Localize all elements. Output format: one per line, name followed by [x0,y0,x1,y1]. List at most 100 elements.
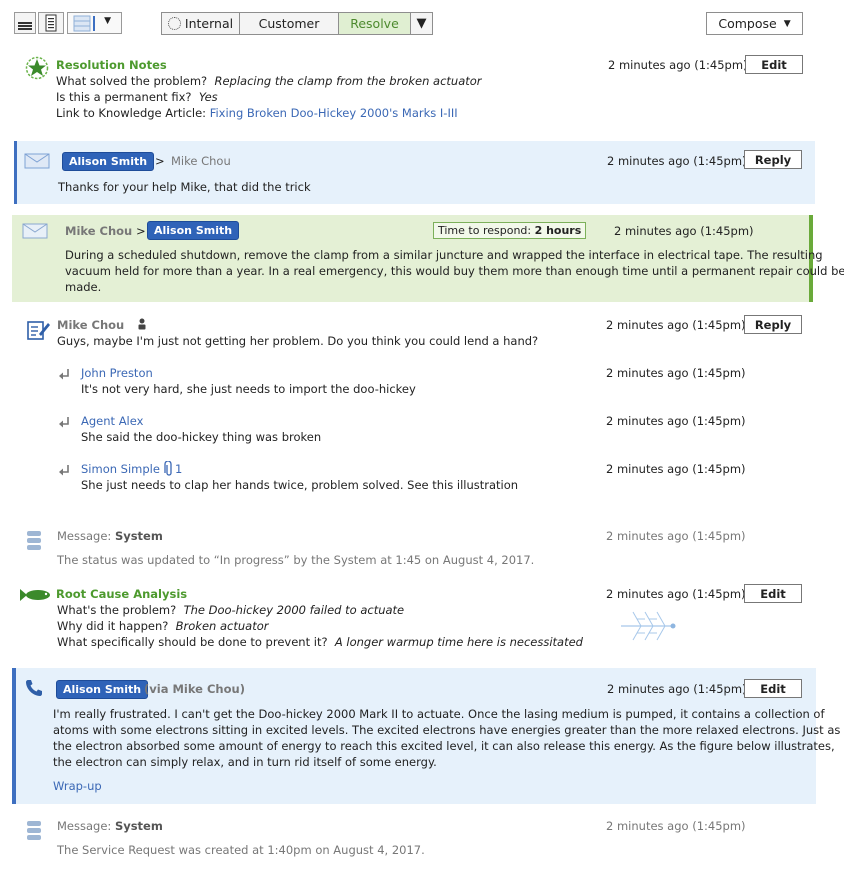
edit-rca-button[interactable]: Edit [744,584,802,603]
reply-button[interactable]: Reply [744,150,802,169]
edit-call-button[interactable]: Edit [744,679,802,698]
email1-body: Thanks for your help Mike, that did the … [58,180,311,194]
filter-internal[interactable]: Internal [161,12,240,35]
rca-q2: Why did it happen? [57,619,169,633]
call-body-1: I'm really frustrated. I can't get the D… [53,707,825,721]
server-icon [27,531,41,550]
reply-body: It's not very hard, she just needs to im… [81,382,416,396]
phone-icon [26,680,42,696]
resolution-line-2: Is this a permanent fix? Yes [56,90,218,104]
chevron-down-icon: ▼ [104,16,111,26]
recipient-arrow: > [155,154,165,168]
rca-title: Root Cause Analysis [56,587,188,601]
system2-time: 2 minutes ago (1:45pm) [606,819,746,833]
message-source: System [114,529,163,543]
message-label: Message: [57,819,112,833]
reply-label: Reply [754,317,792,332]
sender-chip[interactable]: Alison Smith [62,152,155,171]
fish-icon [20,589,50,601]
list-view-icon [18,22,32,30]
wrap-up-link[interactable]: Wrap-up [53,779,102,793]
reply-arrow-icon [59,369,69,380]
system-message-label: Message: System [57,529,163,543]
reply-button[interactable]: Reply [744,315,802,334]
resolution-a2: Yes [198,90,218,104]
respond-label: Time to respond: [438,224,532,237]
call-body-2: atoms with some electrons sitting in exc… [53,723,841,737]
email2-body-1: During a scheduled shutdown, remove the … [65,248,823,262]
filter-customer[interactable]: Customer [239,12,339,35]
reply-author[interactable]: Simon Simple [81,462,160,476]
detail-view-button[interactable] [38,12,64,34]
email2-body-2: vacuum held for more than a year. In a r… [65,264,844,278]
email2-time: 2 minutes ago (1:45pm) [614,224,754,238]
reply-arrow-icon [59,417,69,428]
rca-line-1: What's the problem? The Doo-hickey 2000 … [57,603,404,617]
resolution-q2: Is this a permanent fix? [56,90,192,104]
paperclip-icon[interactable] [164,461,174,477]
resolution-q3: Link to Knowledge Article: [56,106,207,120]
reply-time: 2 minutes ago (1:45pm) [606,462,746,476]
rca-a3: A longer warmup time here is necessitate… [334,635,583,649]
chevron-down-icon: ▼ [783,18,791,29]
filter-resolve-label: Resolve [350,16,399,31]
density-icon [73,15,95,32]
note-time: 2 minutes ago (1:45pm) [606,318,746,332]
respond-value: 2 hours [534,224,582,237]
rca-a1: The Doo-hickey 2000 failed to actuate [183,603,405,617]
envelope-icon [22,223,48,239]
reply-author[interactable]: John Preston [81,366,153,380]
knowledge-article-link[interactable]: Fixing Broken Doo-Hickey 2000's Marks I-… [210,106,458,120]
email2-body-3: made. [65,280,102,294]
time-to-respond-badge: Time to respond: 2 hours [433,222,587,239]
fishbone-diagram-thumbnail[interactable] [615,607,681,645]
dotted-circle-icon [167,17,181,30]
note-body: Guys, maybe I'm just not getting her pro… [57,334,539,348]
attachment-count[interactable]: 1 [175,462,182,476]
resolution-line-3: Link to Knowledge Article: Fixing Broken… [56,106,458,120]
sender-name: Mike Chou [65,224,133,238]
caller-chip[interactable]: Alison Smith [56,680,149,699]
system1-body: The status was updated to “In progress” … [57,553,535,567]
edit-label: Edit [760,681,786,696]
reply-label: Reply [754,152,792,167]
rca-q1: What's the problem? [57,603,177,617]
reply-arrow-icon [59,465,69,476]
note-edit-icon [27,321,50,340]
call-time: 2 minutes ago (1:45pm) [607,682,747,696]
resolution-a1: Replacing the clamp from the broken actu… [214,74,482,88]
email-panel-1 [14,141,815,204]
rca-line-2: Why did it happen? Broken actuator [57,619,268,633]
message-label: Message: [57,529,112,543]
reply-time: 2 minutes ago (1:45pm) [606,366,746,380]
recipient-name: Mike Chou [171,154,231,168]
rca-q3: What specifically should be done to prev… [57,635,328,649]
compose-button[interactable]: Compose ▼ [706,12,803,35]
email1-time: 2 minutes ago (1:45pm) [607,154,747,168]
star-badge-icon [25,56,49,80]
resolution-q1: What solved the problem? [56,74,208,88]
reply-body: She said the doo-hickey thing was broken [81,430,322,444]
recipient-arrow: > [136,224,146,238]
call-body-3: the electron absorbed some amount of ene… [53,739,835,753]
system1-time: 2 minutes ago (1:45pm) [606,529,746,543]
recipient-chip[interactable]: Alison Smith [147,221,240,240]
edit-resolution-button[interactable]: Edit [745,55,803,74]
resolution-time: 2 minutes ago (1:45pm) [608,58,748,72]
chevron-down-icon: ▼ [416,16,427,31]
note-author: Mike Chou [57,318,125,332]
edit-label: Edit [760,586,786,601]
filter-more-dropdown[interactable]: ▼ [410,12,433,35]
edit-label: Edit [761,57,787,72]
reply-time: 2 minutes ago (1:45pm) [606,414,746,428]
system-message-label: Message: System [57,819,163,833]
resolution-line-1: What solved the problem? Replacing the c… [56,74,482,88]
list-view-button[interactable] [14,12,36,34]
rca-time: 2 minutes ago (1:45pm) [606,587,746,601]
rca-a2: Broken actuator [175,619,269,633]
reply-author[interactable]: Agent Alex [81,414,143,428]
reply-body: She just needs to clap her hands twice, … [81,478,519,492]
density-dropdown[interactable]: ▼ [67,12,122,34]
envelope-icon [24,153,50,169]
filter-resolve[interactable]: Resolve [338,12,411,35]
